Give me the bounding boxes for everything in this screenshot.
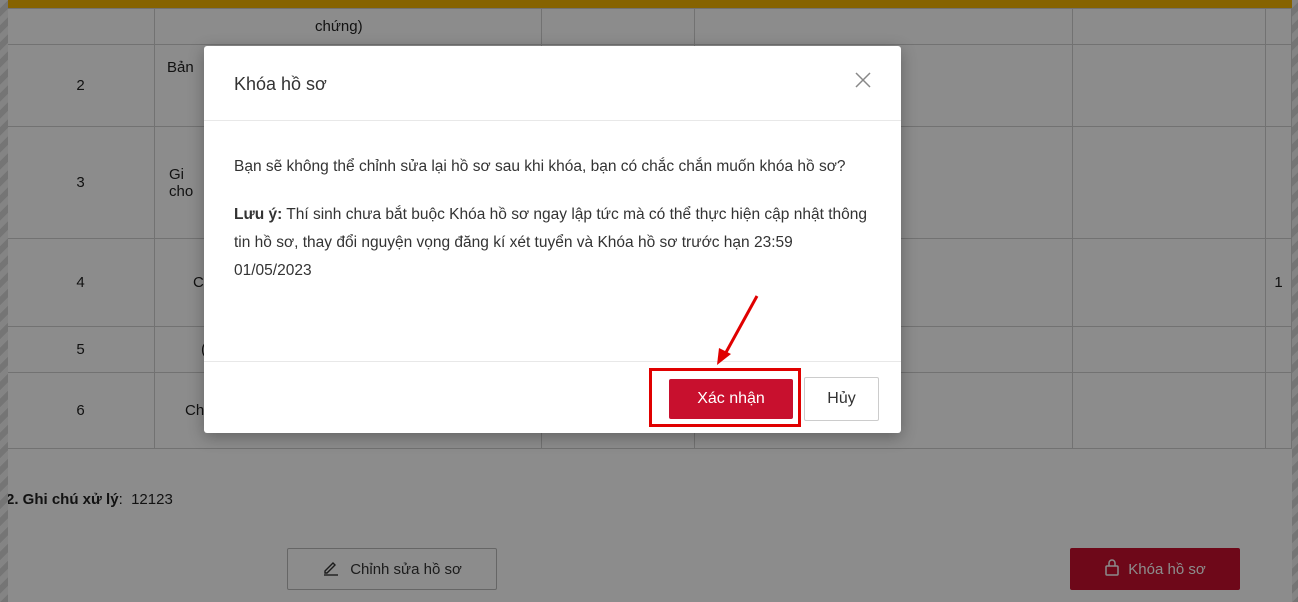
annotation-arrow-icon [717, 295, 759, 365]
